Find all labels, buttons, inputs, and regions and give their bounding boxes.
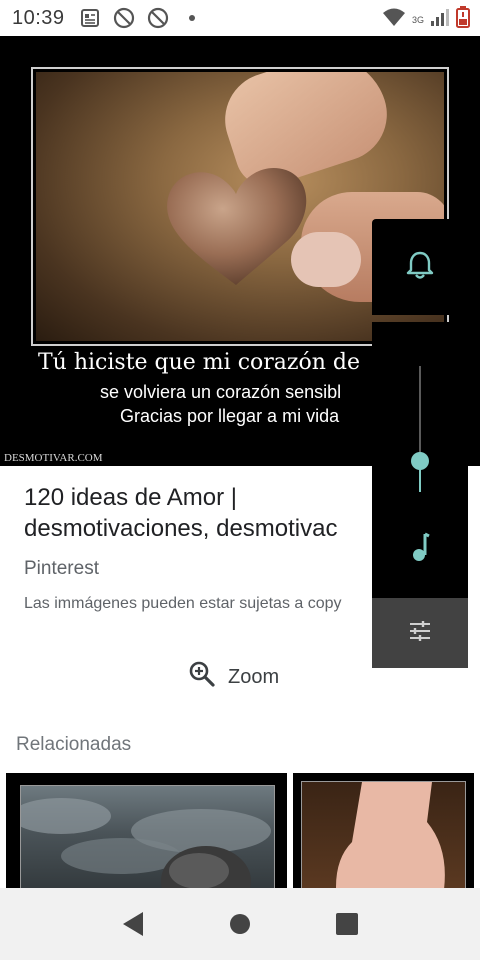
bell-icon (406, 250, 434, 285)
hand-image (336, 782, 445, 889)
equalizer-settings-icon (408, 620, 432, 647)
volume-slider-panel (372, 322, 468, 598)
signal-icon (430, 7, 450, 32)
related-heading: Relacionadas (16, 734, 132, 755)
blocked-icon (147, 7, 169, 29)
recents-icon (335, 913, 358, 935)
volume-thumb[interactable] (411, 451, 429, 470)
back-icon (123, 912, 144, 936)
zoom-label: Zoom (228, 665, 280, 688)
clouds-stone-image (11, 798, 271, 889)
wifi-icon (382, 7, 406, 32)
related-thumbnail-image (11, 785, 275, 889)
fingernail-shape (291, 232, 361, 287)
ringer-mode-button[interactable] (372, 219, 468, 315)
watermark: DESMOTIVAR.COM (4, 452, 103, 464)
caption-line-3: Gracias por llegar a mi vida (120, 406, 340, 426)
zoom-button[interactable]: Zoom (188, 660, 279, 694)
dot-icon (181, 7, 203, 29)
status-bar: 10:39 3G (0, 0, 480, 36)
battery-icon (456, 6, 470, 33)
caption-main: Tú hiciste que mi corazón de (38, 350, 360, 375)
related-thumbnail-image (301, 781, 466, 889)
caption-line-2: se volviera un corazón sensibl (100, 382, 342, 402)
back-button[interactable] (113, 904, 153, 944)
related-thumbnail[interactable] (293, 773, 474, 889)
navigation-bar (0, 888, 480, 960)
network-type: 3G (411, 14, 424, 25)
copyright-disclaimer: Las immágenes pueden estar sujetas a cop… (24, 595, 342, 612)
zoom-in-icon (188, 660, 216, 694)
recents-button[interactable] (327, 904, 367, 944)
blocked-icon (113, 7, 135, 29)
related-thumbnail[interactable] (6, 773, 287, 889)
home-button[interactable] (220, 904, 260, 944)
heart-stone-icon (167, 168, 307, 285)
sound-settings-button[interactable] (372, 598, 468, 668)
news-icon (79, 7, 101, 29)
home-icon (229, 914, 250, 934)
result-source[interactable]: Pinterest (24, 558, 99, 580)
status-time: 10:39 (12, 6, 65, 29)
music-note-icon (405, 528, 435, 564)
